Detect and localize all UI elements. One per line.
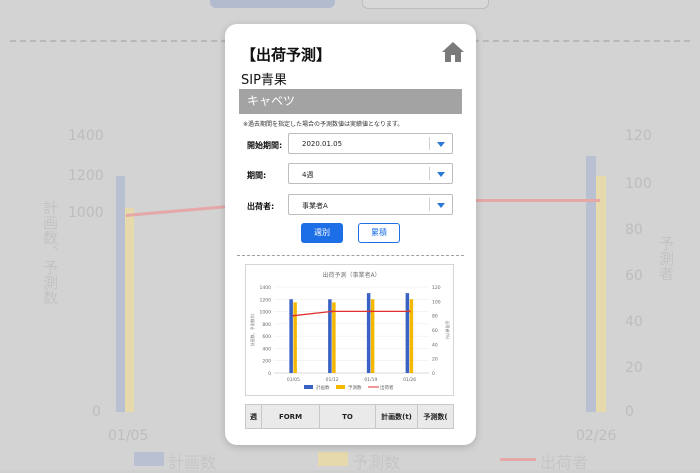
bg-legend-swatch <box>318 452 348 466</box>
chart-y2-tick: 40 <box>432 342 438 348</box>
shipper-select[interactable]: 事業者A <box>288 194 453 215</box>
chart-y-tick: 1000 <box>260 310 272 316</box>
chart-legend-label: 計画数 <box>316 384 330 391</box>
chart-y2-tick: 80 <box>432 314 438 320</box>
chart-bar-1 <box>370 299 375 373</box>
table-header-week: 週 <box>246 405 262 428</box>
chart-line-point <box>369 310 372 313</box>
bg-legend-swatch <box>500 458 536 461</box>
bg-tab-active <box>210 0 335 8</box>
period-value: 4週 <box>302 171 314 179</box>
chart-y-tick: 1400 <box>260 285 272 291</box>
chart-y-tick: 600 <box>262 334 271 340</box>
bg-tab <box>362 0 489 9</box>
home-icon[interactable] <box>441 40 465 64</box>
bg-legend-label: 計画数 <box>168 453 217 472</box>
item-banner: キャベツ <box>239 89 462 114</box>
chart-bar-1 <box>293 302 297 373</box>
bg-x-label: 02/26 <box>576 428 617 444</box>
table-header-forecast: 予測数( <box>423 412 448 421</box>
shipper-value: 事業者A <box>302 202 328 210</box>
chart-bar-0 <box>405 293 410 373</box>
bg-bar <box>125 208 134 412</box>
bg-bar <box>586 156 596 412</box>
chart-x-tick: 01/05 <box>287 377 300 383</box>
chart-legend-label: 出荷者 <box>380 384 394 391</box>
chart-x-tick: 01/26 <box>403 377 416 383</box>
bg-right-tick: 20 <box>625 360 643 376</box>
chart-y2-tick: 100 <box>432 299 441 305</box>
section-divider <box>237 255 464 256</box>
chart-y2-tick: 20 <box>432 357 438 363</box>
bg-left-tick: 1400 <box>68 128 104 144</box>
chart-bar-0 <box>328 299 332 373</box>
chart-bar-1 <box>409 299 414 373</box>
bg-legend-swatch <box>134 452 164 466</box>
bg-x-label: 01/05 <box>108 428 149 444</box>
chart-y2-tick: 60 <box>432 328 438 334</box>
bg-right-tick: 120 <box>625 128 652 144</box>
chart-x-tick: 01/19 <box>364 377 377 383</box>
bg-bar <box>116 176 125 412</box>
bg-line <box>125 205 226 217</box>
chart-series-line <box>293 310 410 317</box>
chevron-down-icon <box>437 172 445 177</box>
bg-y-axis-label-left: 計画数、予測数 <box>41 200 59 305</box>
start-period-select[interactable]: 2020.01.05 <box>288 133 453 154</box>
bg-right-tick: 0 <box>625 404 634 420</box>
notice-text: ※過去期間を指定した場合の予測数値は実績値となります。 <box>243 121 404 128</box>
chart-y-tick: 200 <box>262 359 271 365</box>
weekly-button[interactable]: 週別 <box>301 223 343 243</box>
bg-right-tick: 80 <box>625 222 643 238</box>
start-period-value: 2020.01.05 <box>302 140 343 148</box>
bg-bar <box>596 176 606 412</box>
chart-legend-label: 予測数 <box>348 384 362 391</box>
chart-line-point <box>408 310 411 313</box>
forecast-chart-svg: 出荷予測（事業者A）140012001000800600400200012010… <box>249 271 451 391</box>
chart-line-point <box>292 314 295 317</box>
chart-y2-axis-label: 出荷者(%) <box>445 321 451 340</box>
forecast-modal: 【出荷予測】 SIP青果 キャベツ ※過去期間を指定した場合の予測数値は実績値と… <box>225 24 476 445</box>
bg-legend-label: 予測数 <box>352 453 401 472</box>
chart-y-tick: 400 <box>262 346 271 352</box>
chart-x-tick: 01/12 <box>326 377 339 383</box>
table-header-to: TO <box>320 405 376 428</box>
chevron-down-icon <box>437 203 445 208</box>
chart-y-axis-label: 計画数、予測数(t) <box>249 313 255 346</box>
chart-y-tick: 800 <box>262 322 271 328</box>
bg-y-axis-label-right: 予測者 <box>657 236 675 281</box>
bg-left-tick: 1200 <box>68 168 104 184</box>
bg-left-tick: 0 <box>92 404 101 420</box>
shipper-label: 出荷者: <box>247 202 275 211</box>
cumulative-button[interactable]: 累積 <box>358 223 400 243</box>
modal-title: 【出荷予測】 <box>241 46 332 64</box>
chart-legend-swatch <box>304 385 313 389</box>
table-header-plan: 計画数(t) <box>376 405 418 428</box>
period-label: 期間: <box>247 171 267 180</box>
forecast-table-header: 週 FORM TO 計画数(t) 予測数( <box>245 404 454 429</box>
chart-legend-swatch <box>336 385 345 389</box>
chart-title: 出荷予測（事業者A） <box>322 271 380 279</box>
chart-y2-tick: 120 <box>432 285 441 291</box>
table-header-from: FORM <box>262 405 320 428</box>
chart-bar-1 <box>332 302 336 373</box>
bg-legend-label: 出荷者 <box>540 453 589 472</box>
bg-left-tick: 1000 <box>68 205 104 221</box>
bg-line <box>476 199 600 202</box>
chart-line-point <box>331 310 334 313</box>
bg-right-tick: 60 <box>625 268 643 284</box>
chevron-down-icon <box>437 142 445 147</box>
bg-right-tick: 40 <box>625 314 643 330</box>
chart-bar-0 <box>366 293 371 373</box>
chart-y2-tick: 0 <box>432 371 435 377</box>
forecast-chart: 出荷予測（事業者A） 1400 1200 1000 800 600 400 200 0 120 10… <box>245 264 454 396</box>
start-period-label: 開始期間: <box>247 141 283 150</box>
chart-y-tick: 0 <box>268 371 271 377</box>
modal-subtitle: SIP青果 <box>241 73 287 88</box>
chart-y-tick: 1200 <box>260 297 272 303</box>
bg-right-tick: 100 <box>625 176 652 192</box>
period-select[interactable]: 4週 <box>288 163 453 184</box>
chart-bar-0 <box>289 299 293 373</box>
